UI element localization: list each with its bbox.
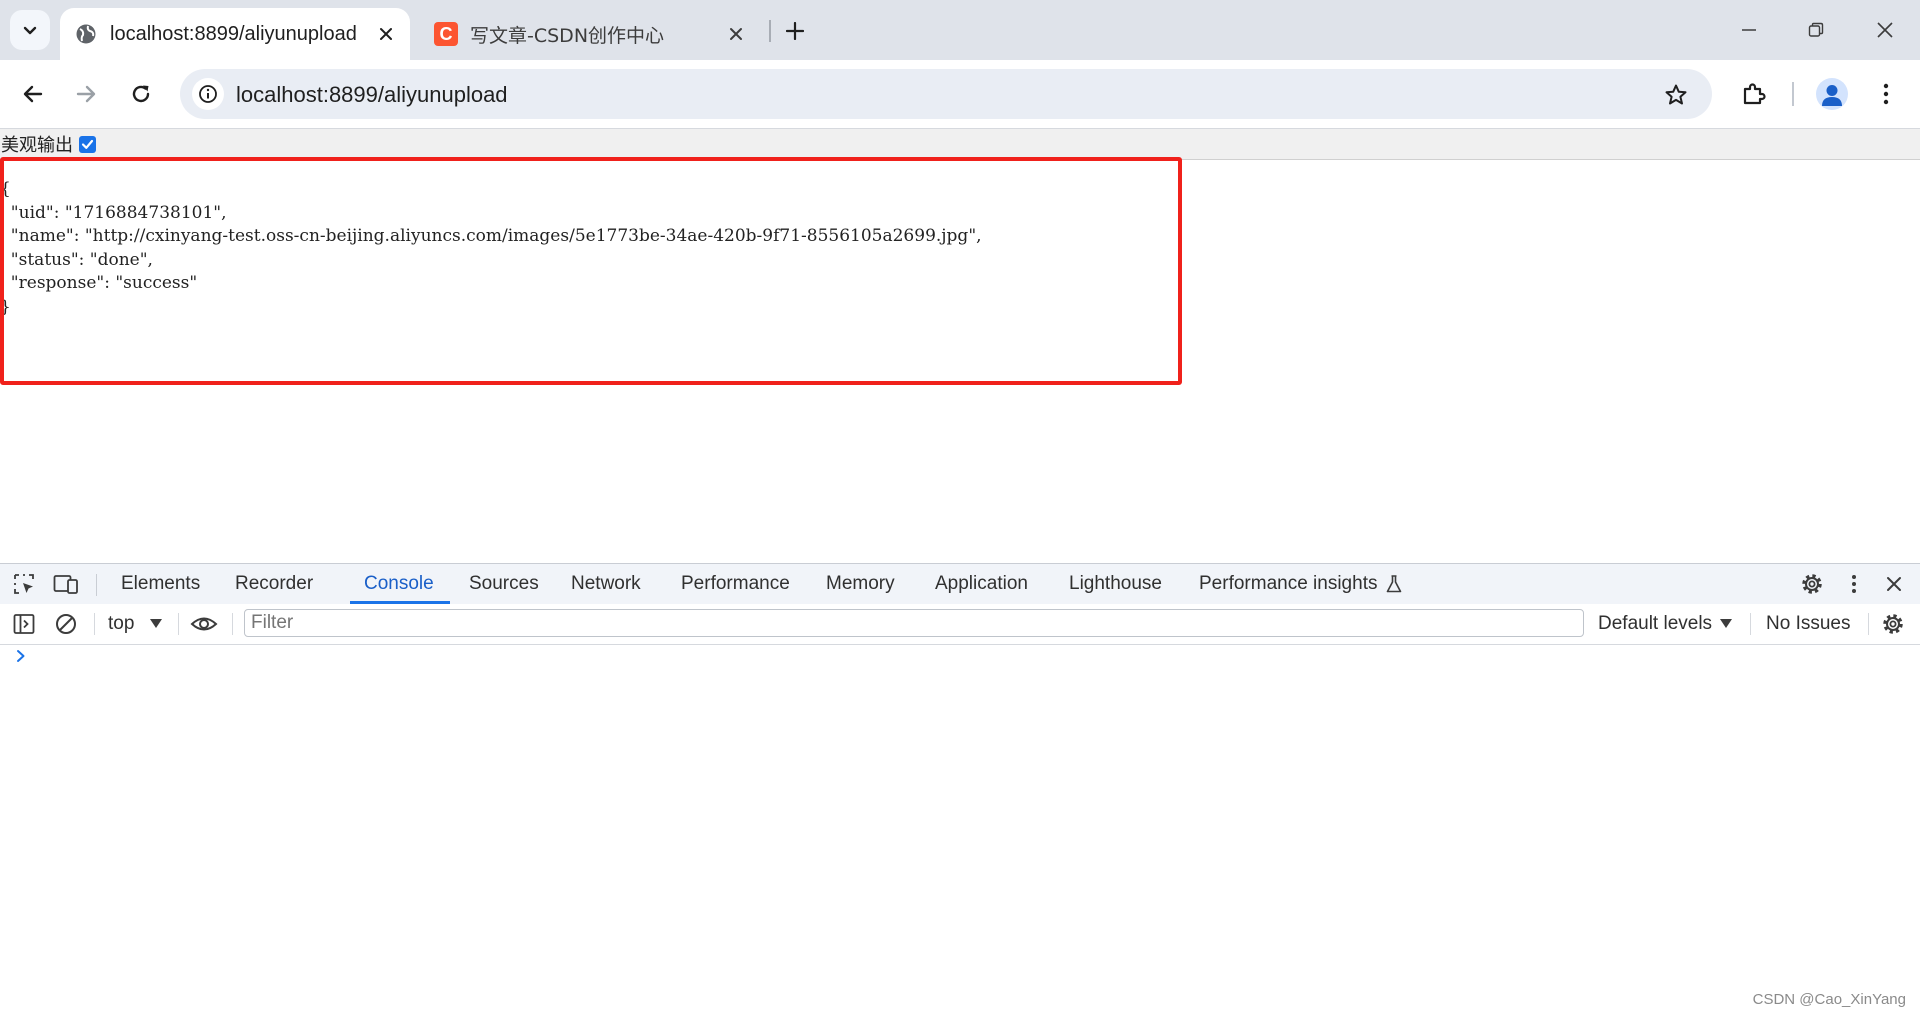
restore-icon	[1808, 22, 1824, 37]
tab-close-icon[interactable]	[722, 20, 750, 48]
globe-icon	[74, 22, 98, 46]
toolbar-divider	[94, 613, 95, 635]
kebab-menu-icon	[1852, 575, 1856, 593]
close-icon	[1887, 577, 1901, 591]
console-prompt[interactable]	[14, 648, 28, 664]
tab-performance-insights[interactable]: Performance insights	[1199, 564, 1377, 604]
toolbar-divider	[1792, 82, 1794, 106]
sidebar-toggle-button[interactable]	[10, 612, 38, 636]
toolbar-divider	[96, 574, 97, 596]
device-toolbar-button[interactable]	[52, 572, 80, 596]
tab-memory[interactable]: Memory	[826, 564, 895, 604]
tab-lighthouse[interactable]: Lighthouse	[1069, 564, 1162, 604]
plus-icon	[786, 22, 804, 40]
browser-toolbar: localhost:8899/aliyunupload	[0, 60, 1920, 129]
console-filter-input[interactable]	[244, 609, 1584, 637]
tab-network[interactable]: Network	[571, 564, 641, 604]
chevron-right-icon	[17, 650, 25, 662]
devtools-settings-button[interactable]	[1798, 572, 1826, 596]
person-icon	[1822, 85, 1842, 106]
bookmark-star-icon[interactable]	[1662, 81, 1690, 109]
checkmark-icon	[81, 139, 94, 149]
close-icon	[1877, 22, 1893, 38]
minimize-icon	[1742, 29, 1756, 31]
tab-search-button[interactable]	[10, 10, 50, 50]
inspect-element-button[interactable]	[10, 572, 38, 596]
tab-elements[interactable]: Elements	[121, 564, 200, 604]
pretty-print-label: 美观输出	[1, 135, 73, 156]
clear-console-button[interactable]	[52, 612, 80, 636]
device-icon	[53, 575, 78, 594]
devtools-tabbar: Elements Recorder Console Sources Networ…	[0, 563, 1920, 605]
console-settings-button[interactable]	[1879, 612, 1907, 636]
sidebar-icon	[13, 614, 35, 634]
watermark: CSDN @Cao_XinYang	[1752, 991, 1906, 1008]
minimize-button[interactable]	[1726, 10, 1772, 50]
address-bar[interactable]: localhost:8899/aliyunupload	[180, 69, 1712, 119]
block-icon	[56, 614, 76, 634]
restore-button[interactable]	[1793, 10, 1839, 50]
tab-aliyunupload[interactable]: localhost:8899/aliyunupload	[60, 8, 410, 60]
browser-menu-button[interactable]	[1868, 76, 1904, 112]
tab-csdn-editor[interactable]: C 写文章-CSDN创作中心	[420, 8, 760, 60]
reload-icon	[132, 85, 150, 103]
highlight-box	[0, 157, 1182, 385]
kebab-menu-icon	[1883, 83, 1889, 105]
csdn-logo: C	[434, 22, 458, 46]
browser-titlebar: localhost:8899/aliyunupload C 写文章-CSDN创作…	[0, 0, 1920, 60]
site-info-icon[interactable]	[192, 78, 224, 110]
tab-divider	[769, 20, 771, 42]
triangle-down-icon	[150, 619, 162, 628]
reload-button[interactable]	[123, 76, 159, 112]
tab-application[interactable]: Application	[935, 564, 1028, 604]
toolbar-divider	[178, 613, 179, 635]
profile-avatar[interactable]	[1816, 78, 1848, 110]
triangle-down-icon	[1720, 619, 1732, 628]
puzzle-icon	[1743, 83, 1766, 105]
tab-title: localhost:8899/aliyunupload	[110, 22, 357, 45]
devtools-menu-button[interactable]	[1840, 572, 1868, 596]
flask-icon	[1383, 572, 1405, 596]
pretty-print-bar: 美观输出	[0, 129, 1920, 160]
forward-button[interactable]	[68, 76, 104, 112]
console-toolbar: top Default levels No Issues	[0, 604, 1920, 645]
log-levels-dropdown[interactable]: Default levels	[1598, 604, 1712, 644]
new-tab-button[interactable]	[778, 14, 812, 48]
tab-console[interactable]: Console	[350, 564, 450, 604]
arrow-left-icon	[23, 85, 43, 103]
toolbar-divider	[1750, 613, 1751, 635]
window-close-button[interactable]	[1862, 10, 1908, 50]
url-text: localhost:8899/aliyunupload	[236, 82, 508, 107]
gear-icon	[1802, 574, 1822, 594]
tab-title: 写文章-CSDN创作中心	[470, 24, 665, 47]
live-expression-button[interactable]	[190, 612, 218, 636]
pretty-print-checkbox[interactable]	[79, 135, 96, 153]
tab-close-icon[interactable]	[372, 20, 400, 48]
tab-performance[interactable]: Performance	[681, 564, 790, 604]
issues-counter[interactable]: No Issues	[1766, 604, 1850, 644]
toolbar-divider	[1868, 613, 1869, 635]
eye-icon	[190, 617, 218, 631]
context-selector[interactable]: top	[108, 604, 134, 644]
chevron-down-icon	[23, 26, 37, 35]
tab-recorder[interactable]: Recorder	[235, 564, 313, 604]
gear-icon	[1883, 614, 1903, 634]
extensions-button[interactable]	[1736, 76, 1772, 112]
tab-sources[interactable]: Sources	[469, 564, 539, 604]
devtools-close-button[interactable]	[1880, 572, 1908, 596]
arrow-right-icon	[76, 85, 96, 103]
inspect-icon	[14, 574, 34, 594]
toolbar-divider	[232, 613, 233, 635]
back-button[interactable]	[15, 76, 51, 112]
